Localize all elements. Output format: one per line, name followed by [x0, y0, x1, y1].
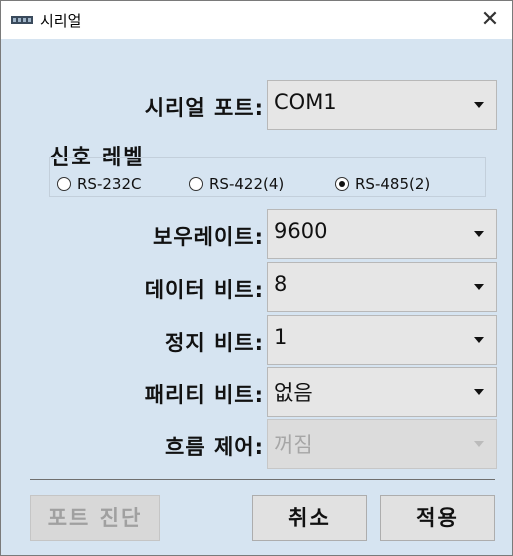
- close-icon[interactable]: ✕: [478, 8, 502, 32]
- port-diagnostics-button: 포트 진단: [30, 495, 160, 541]
- flow-control-label: 흐름 제어:: [165, 435, 264, 459]
- radio-label: RS-232C: [77, 175, 142, 193]
- radio-label: RS-422(4): [209, 175, 285, 193]
- stop-bits-label: 정지 비트:: [165, 331, 264, 355]
- parity-value: 없음: [274, 381, 313, 405]
- radio-label: RS-485(2): [355, 175, 431, 193]
- serial-port-label: 시리얼 포트:: [144, 96, 264, 120]
- serial-port-icon: [11, 16, 33, 24]
- stop-bits-select[interactable]: 1: [267, 315, 497, 365]
- serial-dialog: 시리얼 ✕ 시리얼 포트: COM1 신호 레벨 RS-232C RS-422(…: [0, 0, 513, 556]
- chevron-down-icon: [474, 231, 484, 237]
- chevron-down-icon: [474, 337, 484, 343]
- chevron-down-icon: [474, 389, 484, 395]
- chevron-down-icon: [474, 441, 484, 447]
- cancel-button[interactable]: 취소: [252, 495, 367, 541]
- serial-port-select[interactable]: COM1: [267, 80, 497, 130]
- apply-button[interactable]: 적용: [380, 495, 495, 541]
- data-bits-label: 데이터 비트:: [144, 278, 264, 302]
- flow-control-value: 꺼짐: [274, 433, 313, 457]
- chevron-down-icon: [474, 284, 484, 290]
- window-title: 시리얼: [40, 12, 82, 30]
- stop-bits-value: 1: [274, 325, 288, 349]
- parity-label: 패리티 비트:: [144, 383, 264, 407]
- divider: [30, 479, 495, 480]
- radio-circle: [57, 177, 71, 191]
- baud-rate-select[interactable]: 9600: [267, 209, 497, 259]
- baud-rate-value: 9600: [274, 219, 328, 243]
- flow-control-select: 꺼짐: [267, 419, 497, 469]
- radio-circle-checked: [335, 177, 349, 191]
- title-bar: 시리얼 ✕: [1, 1, 512, 39]
- baud-rate-label: 보우레이트:: [153, 225, 264, 249]
- parity-select[interactable]: 없음: [267, 367, 497, 417]
- data-bits-select[interactable]: 8: [267, 262, 497, 312]
- data-bits-value: 8: [274, 272, 288, 296]
- chevron-down-icon: [474, 102, 484, 108]
- radio-circle: [189, 177, 203, 191]
- serial-port-value: COM1: [274, 90, 337, 114]
